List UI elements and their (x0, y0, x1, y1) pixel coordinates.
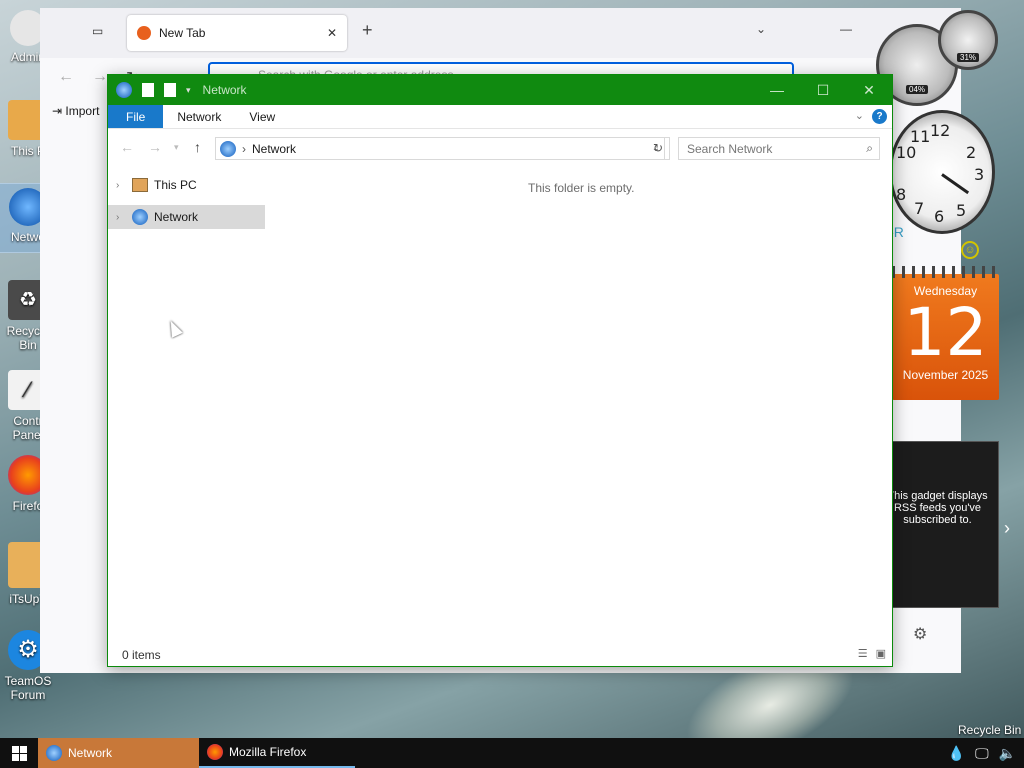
smiley-icon[interactable]: ☺ (961, 241, 979, 259)
taskbar: Network Mozilla Firefox 💧 🖵 🔈 (0, 738, 1024, 768)
bookmark-import[interactable]: ⇥ Import (52, 104, 99, 118)
network-globe-icon (220, 140, 236, 157)
tab-new-tab[interactable]: New Tab ✕ (127, 15, 347, 51)
clock-numeral: 11 (910, 127, 931, 146)
calendar-gadget[interactable]: Wednesday 12 November 2025 (892, 266, 999, 400)
close-tab-icon[interactable]: ✕ (327, 26, 337, 40)
network-globe-icon (116, 82, 132, 98)
rss-gadget-text: This gadget displays RSS feeds you've su… (887, 490, 988, 526)
memory-gauge-gadget[interactable]: 31% (938, 10, 998, 70)
expand-arrow-icon[interactable]: › (116, 180, 132, 191)
memory-gauge-value: 31% (956, 53, 980, 62)
properties-icon[interactable] (142, 83, 154, 97)
tab-file[interactable]: File (108, 105, 164, 128)
search-icon: ⌕ (866, 141, 873, 155)
forward-icon[interactable]: → (148, 139, 162, 155)
settings-gear-icon[interactable]: ⚙ (913, 624, 927, 644)
network-globe-icon (46, 745, 62, 761)
window-controls: — ☐ ✕ (754, 75, 892, 105)
taskbar-item-firefox[interactable]: Mozilla Firefox (199, 738, 355, 768)
firefox-icon (137, 26, 151, 40)
desktop-icon-label: Contr Panel (12, 414, 44, 442)
taskbar-item-label: Network (68, 746, 113, 760)
clock-numeral: 12 (930, 121, 951, 140)
import-icon: ⇥ (52, 104, 63, 118)
clock-hour-hand (941, 173, 970, 195)
clock-numeral: 8 (896, 185, 907, 204)
breadcrumb-chevron-icon[interactable]: › (242, 142, 246, 156)
forward-icon[interactable]: → (92, 68, 108, 86)
calendar-rings (892, 266, 999, 278)
close-button[interactable]: ✕ (846, 75, 892, 105)
refresh-button[interactable]: ↻ (647, 137, 670, 160)
taskbar-item-network[interactable]: Network (38, 738, 199, 768)
clock-numeral: 2 (966, 143, 977, 162)
clock-numeral: 6 (934, 207, 945, 226)
explorer-window: ▾ Network — ☐ ✕ File Network View ⌄ ? ← … (107, 74, 893, 667)
recycle-bin-overlay-label: Recycle Bin (958, 723, 1022, 737)
explorer-title-bar[interactable]: ▾ Network — ☐ ✕ (108, 75, 892, 105)
customize-chevron-icon[interactable]: ▾ (186, 85, 191, 96)
clock-numeral: 5 (956, 201, 967, 220)
large-icons-view-icon[interactable]: ▣ (876, 647, 886, 660)
new-folder-icon[interactable] (164, 83, 176, 97)
back-icon[interactable]: ← (120, 139, 134, 155)
next-arrow-icon[interactable]: › (1004, 518, 1010, 539)
rss-gadget[interactable]: This gadget displays RSS feeds you've su… (876, 441, 999, 608)
volume-muted-icon[interactable]: 🔈 (999, 745, 1016, 762)
tab-view[interactable]: View (235, 105, 289, 128)
quick-access-toolbar: ▾ (108, 82, 191, 98)
nav-item-this-pc[interactable]: › This PC (108, 173, 265, 197)
back-icon[interactable]: ← (58, 68, 74, 86)
tab-network[interactable]: Network (163, 105, 235, 128)
calendar-month-year: November 2025 (902, 368, 989, 382)
view-switcher: ☰ ▣ (858, 647, 886, 660)
recent-locations-icon[interactable]: ▾ (174, 142, 179, 153)
search-input[interactable]: Search Network ⌕ (678, 137, 880, 160)
up-icon[interactable]: ↑ (194, 139, 201, 155)
minimize-icon[interactable]: — (840, 22, 852, 36)
address-bar[interactable]: › Network ⌄ (215, 137, 665, 160)
minimize-button[interactable]: — (754, 75, 800, 105)
search-placeholder: Search Network (687, 142, 773, 156)
empty-folder-message: This folder is empty. (528, 181, 635, 195)
address-row: ← → ▾ ↑ › Network ⌄ ↻ Search Network ⌕ (108, 129, 892, 165)
nav-item-label: This PC (154, 178, 197, 192)
tab-title: New Tab (159, 26, 206, 40)
firefox-icon (207, 744, 223, 760)
expand-arrow-icon[interactable]: › (116, 212, 132, 223)
taskbar-item-label: Mozilla Firefox (229, 745, 307, 759)
window-title: Network (202, 83, 247, 97)
tab-overflow-chevron-icon[interactable]: ⌄ (756, 22, 766, 36)
nav-item-label: Network (154, 210, 199, 224)
maximize-button[interactable]: ☐ (800, 75, 846, 105)
clock-numeral: 3 (974, 165, 985, 184)
cpu-gauge-value: 04% (905, 85, 929, 94)
start-button[interactable] (0, 738, 38, 768)
windows-logo-icon (11, 745, 27, 761)
desktop-icon-label: Firefo (12, 499, 44, 513)
network-tray-icon[interactable]: 🖵 (975, 745, 989, 762)
ribbon: File Network View ⌄ ? (108, 105, 892, 129)
tab-list-icon[interactable]: ▭ (92, 24, 103, 38)
status-item-count: 0 items (122, 648, 161, 662)
navigation-pane: › This PC › Network (108, 165, 265, 635)
nav-item-network[interactable]: › Network (108, 205, 265, 229)
clock-gadget[interactable]: 12 2 3 5 6 7 8 10 11 (889, 110, 995, 234)
details-view-icon[interactable]: ☰ (858, 647, 868, 660)
system-tray: 💧 🖵 🔈 (948, 738, 1016, 768)
ribbon-expand-chevron-icon[interactable]: ⌄ (855, 109, 864, 122)
network-globe-icon (132, 209, 148, 225)
drop-icon[interactable]: 💧 (948, 745, 965, 762)
clock-numeral: 7 (914, 199, 925, 218)
firefox-tab-bar: ▭ New Tab ✕ + ⌄ — (40, 8, 961, 58)
desktop-icon-label: TeamOS Forum (4, 674, 52, 702)
help-icon[interactable]: ? (872, 109, 887, 124)
calendar-day: 12 (903, 294, 988, 371)
bookmark-import-label: Import (65, 104, 100, 118)
pc-icon (132, 178, 148, 192)
new-tab-button[interactable]: + (362, 20, 373, 41)
breadcrumb-network[interactable]: Network (252, 142, 296, 156)
